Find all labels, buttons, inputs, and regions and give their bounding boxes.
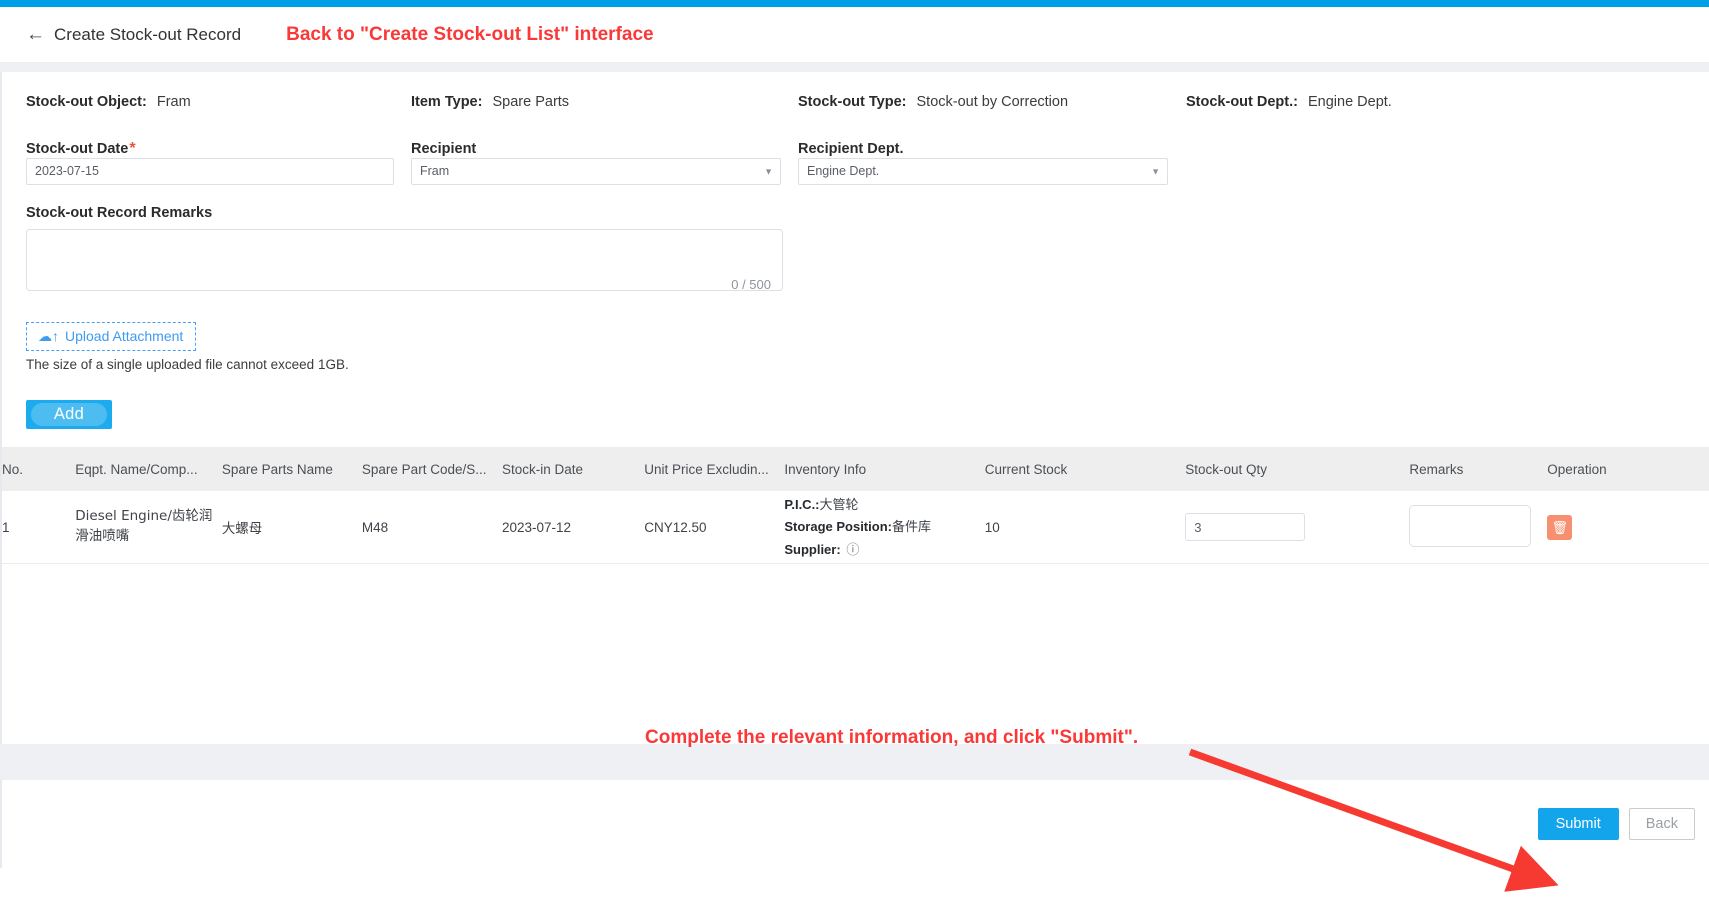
add-row-button[interactable]: Add — [26, 400, 112, 429]
recipient-dept-select[interactable]: ▼ — [798, 158, 1168, 185]
row-remarks-input[interactable] — [1409, 504, 1532, 547]
col-header-unit-price: Unit Price Excludin... — [644, 447, 785, 491]
field-value: Spare Parts — [492, 94, 570, 110]
col-header-current: Current Stock — [984, 447, 1186, 491]
trash-icon: 🗑 — [1551, 519, 1569, 535]
stock-out-items-table: No. Eqpt. Name/Comp... Spare Parts Name … — [2, 447, 1709, 564]
col-header-eqpt-name: Eqpt. Name/Comp... — [75, 447, 222, 491]
cell-stock-in-date: 2023-07-12 — [502, 491, 645, 564]
recipient-dept-wrap: ▼ — [798, 158, 1186, 185]
field-label: Stock-out Dept.: — [1186, 94, 1298, 110]
form-area: Stock-out Object: Fram Item Type: Spare … — [2, 72, 1709, 429]
col-header-inventory: Inventory Info — [784, 447, 985, 491]
table-head: No. Eqpt. Name/Comp... Spare Parts Name … — [2, 447, 1709, 491]
cell-eqpt-name: Diesel Engine/齿轮润滑油喷嘴 — [75, 491, 222, 564]
stock-out-remarks-wrap: 0 / 500 — [26, 229, 783, 296]
stock-out-remarks-block: Stock-out Record Remarks 0 / 500 — [26, 205, 1685, 296]
field-value: Fram — [156, 94, 191, 110]
field-item-type: Item Type: Spare Parts — [411, 94, 798, 110]
cloud-up-icon: ☁↑ — [38, 328, 59, 344]
upload-block: ☁↑ Upload Attachment The size of a singl… — [26, 322, 1685, 372]
label-recipient-dept: Recipient Dept. — [798, 141, 904, 157]
field-value: Stock-out by Correction — [916, 94, 1069, 110]
required-asterisk: * — [129, 140, 136, 157]
table-body: 1 Diesel Engine/齿轮润滑油喷嘴 大螺母 M48 2023-07-… — [2, 491, 1709, 564]
add-button-label: Add — [53, 405, 85, 423]
annotation-submit-hint: Complete the relevant information, and c… — [645, 727, 1139, 748]
field-stock-out-type: Stock-out Type: Stock-out by Correction — [798, 94, 1186, 110]
info-circle-icon[interactable]: ⓘ — [846, 539, 859, 560]
inventory-supplier-line: Supplier: ⓘ — [784, 539, 984, 560]
cell-row-remarks — [1409, 491, 1548, 564]
top-accent-bar — [0, 0, 1709, 7]
cell-no: 1 — [2, 491, 76, 564]
col-header-qty: Stock-out Qty — [1185, 447, 1410, 491]
cell-spare-code: M48 — [361, 491, 502, 564]
table-header-row: No. Eqpt. Name/Comp... Spare Parts Name … — [2, 447, 1709, 491]
stock-out-date-input[interactable] — [26, 158, 394, 185]
recipient-input[interactable] — [411, 158, 781, 185]
add-button-wrap: Add — [26, 400, 1685, 429]
col-header-stock-in: Stock-in Date — [502, 447, 645, 491]
label-recipient: Recipient — [411, 141, 477, 157]
field-label: Stock-out Object: — [26, 94, 147, 110]
recipient-dept-input[interactable] — [798, 158, 1168, 185]
readonly-info-row: Stock-out Object: Fram Item Type: Spare … — [26, 94, 1685, 132]
editable-labels-row: Stock-out Date* Recipient Recipient Dept… — [26, 132, 1685, 158]
cell-inventory-info: P.I.C.:大管轮 Storage Position:备件库 Supplier… — [784, 491, 985, 564]
header-divider — [0, 62, 1709, 72]
main-content-panel: Stock-out Object: Fram Item Type: Spare … — [0, 72, 1709, 892]
inventory-pic-line: P.I.C.:大管轮 — [784, 497, 859, 514]
table-row: 1 Diesel Engine/齿轮润滑油喷嘴 大螺母 M48 2023-07-… — [2, 491, 1709, 564]
page-header: ← Create Stock-out Record Back to "Creat… — [0, 7, 1709, 62]
inventory-storage-line: Storage Position:备件库 — [784, 519, 931, 536]
footer-divider — [0, 744, 1709, 780]
field-stock-out-object: Stock-out Object: Fram — [26, 94, 411, 110]
editable-inputs-row: ▼ ▼ — [26, 158, 1685, 203]
col-header-spare-code: Spare Part Code/S... — [361, 447, 502, 491]
inventory-info-lines: P.I.C.:大管轮 Storage Position:备件库 Supplier… — [784, 494, 984, 559]
stock-out-date-wrap — [26, 158, 411, 185]
submit-button[interactable]: Submit — [1537, 808, 1619, 840]
cell-operation: 🗑 — [1547, 491, 1709, 564]
stock-out-remarks-textarea[interactable] — [26, 229, 783, 291]
stock-out-remarks-label: Stock-out Record Remarks — [26, 205, 213, 221]
character-counter: 0 / 500 — [731, 277, 771, 292]
delete-row-button[interactable]: 🗑 — [1547, 514, 1573, 540]
cell-unit-price: CNY12.50 — [644, 491, 785, 564]
col-header-no: No. — [2, 447, 76, 491]
back-to-list-link[interactable]: ← Create Stock-out Record — [26, 25, 241, 45]
label-stock-out-date: Stock-out Date* — [26, 140, 136, 157]
upload-attachment-label: Upload Attachment — [65, 328, 184, 344]
page-title: Create Stock-out Record — [54, 24, 242, 44]
field-stock-out-dept: Stock-out Dept.: Engine Dept. — [1186, 94, 1566, 110]
upload-attachment-button[interactable]: ☁↑ Upload Attachment — [26, 322, 197, 351]
arrow-left-icon: ← — [26, 24, 45, 45]
footer-action-bar: Submit Back — [0, 780, 1709, 868]
cell-stock-out-qty — [1185, 491, 1410, 564]
recipient-select[interactable]: ▼ — [411, 158, 781, 185]
cell-current-stock: 10 — [984, 491, 1186, 564]
stock-out-qty-input[interactable] — [1185, 513, 1306, 541]
col-header-remarks: Remarks — [1409, 447, 1548, 491]
col-header-spare-name: Spare Parts Name — [221, 447, 362, 491]
cell-spare-name: 大螺母 — [221, 491, 362, 564]
field-value: Engine Dept. — [1308, 94, 1392, 110]
recipient-wrap: ▼ — [411, 158, 798, 185]
field-label: Stock-out Type: — [798, 94, 907, 110]
field-label: Item Type: — [411, 94, 483, 110]
col-header-operation: Operation — [1547, 447, 1709, 491]
back-button[interactable]: Back — [1628, 808, 1695, 840]
annotation-back-to-list: Back to "Create Stock-out List" interfac… — [286, 23, 654, 45]
upload-size-hint: The size of a single uploaded file canno… — [26, 357, 349, 372]
